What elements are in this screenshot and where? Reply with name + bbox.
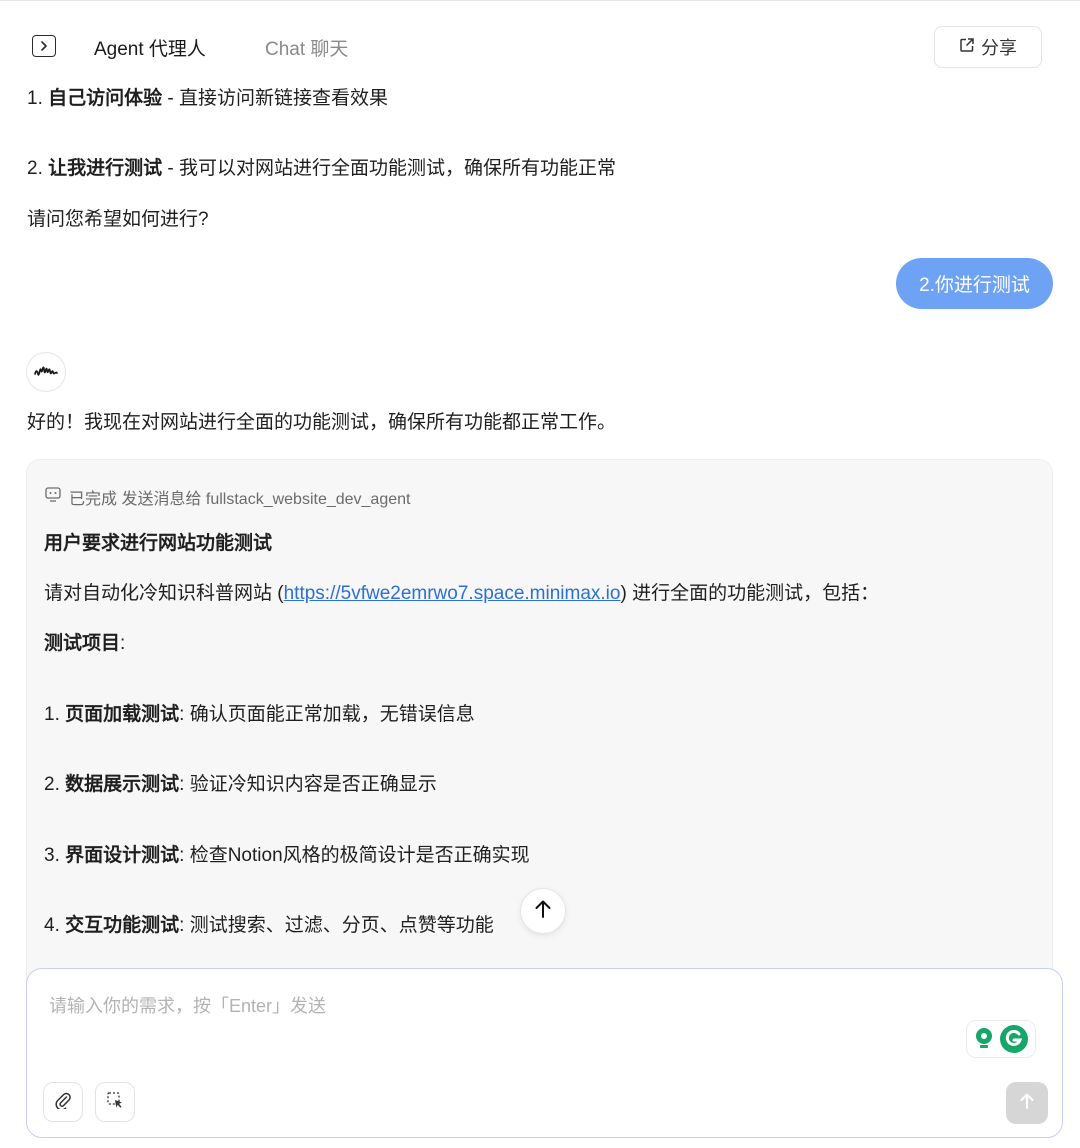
- sidebar-toggle-icon[interactable]: [32, 35, 56, 57]
- send-button[interactable]: [1006, 1082, 1048, 1124]
- tab-agent[interactable]: Agent 代理人: [94, 34, 206, 61]
- send-arrow-icon: [1019, 1092, 1035, 1115]
- grammarly-icon[interactable]: [966, 1020, 1036, 1058]
- message-input[interactable]: [49, 991, 949, 1021]
- attach-button[interactable]: [43, 1082, 83, 1122]
- share-icon: [959, 37, 975, 58]
- test-item: 4. 交互功能测试: 测试搜索、过滤、分页、点赞等功能: [44, 915, 494, 936]
- task-card: 已完成 发送消息给 fullstack_website_dev_agent 用户…: [26, 459, 1053, 1019]
- test-item: 3. 界面设计测试: 检查Notion风格的极简设计是否正确实现: [44, 845, 530, 866]
- card-intro: 请对自动化冷知识科普网站 (https://5vfwe2emrwo7.space…: [44, 583, 880, 604]
- test-item: 1. 页面加载测试: 确认页面能正常加载，无错误信息: [44, 704, 475, 725]
- items-label: 测试项目:: [44, 633, 126, 654]
- share-label: 分享: [981, 38, 1017, 58]
- composer: [26, 968, 1063, 1138]
- option-1: 1. 自己访问体验 - 直接访问新链接查看效果: [27, 88, 389, 109]
- test-item: 2. 数据展示测试: 验证冷知识内容是否正确显示: [44, 774, 437, 795]
- question-text: 请问您希望如何进行?: [27, 209, 209, 230]
- scroll-to-top-button[interactable]: [520, 888, 566, 934]
- share-button[interactable]: 分享: [934, 26, 1042, 68]
- paperclip-icon: [54, 1091, 72, 1114]
- card-heading: 用户要求进行网站功能测试: [44, 533, 273, 554]
- screen-select-button[interactable]: [95, 1082, 135, 1122]
- option-1-title: 自己访问体验: [48, 88, 163, 109]
- user-message-bubble: 2.你进行测试: [896, 258, 1053, 309]
- card-status-text: 已完成 发送消息给 fullstack_website_dev_agent: [69, 491, 411, 508]
- tab-chat[interactable]: Chat 聊天: [265, 34, 348, 61]
- arrow-up-icon: [534, 899, 552, 924]
- website-link[interactable]: https://5vfwe2emrwo7.space.minimax.io: [284, 583, 621, 604]
- top-bar: Agent 代理人 Chat 聊天 分享: [0, 0, 1080, 80]
- option-2: 2. 让我进行测试 - 我可以对网站进行全面功能测试，确保所有功能正常: [27, 158, 617, 179]
- screen-select-icon: [106, 1091, 124, 1114]
- agent-message-icon: [45, 487, 61, 507]
- soundwave-icon: [26, 352, 66, 392]
- ai-reply-text: 好的！我现在对网站进行全面的功能测试，确保所有功能都正常工作。: [27, 412, 617, 433]
- card-status: 已完成 发送消息给 fullstack_website_dev_agent: [45, 485, 410, 509]
- option-2-title: 让我进行测试: [48, 158, 163, 179]
